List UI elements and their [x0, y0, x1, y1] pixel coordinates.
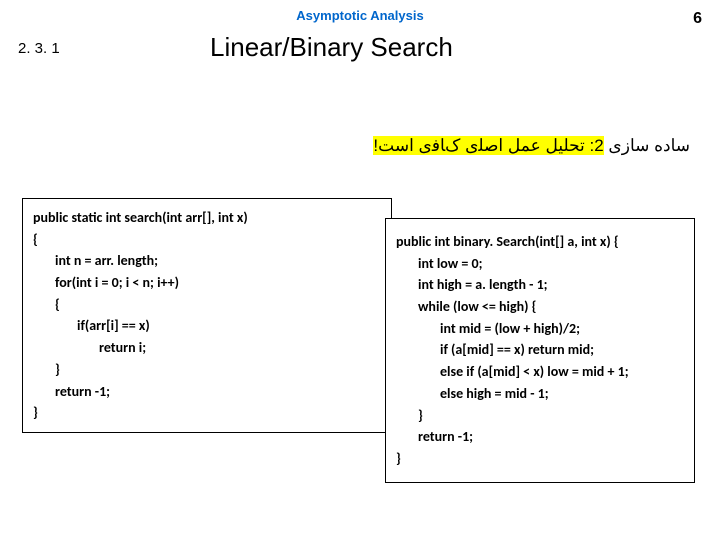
binary-search-code: public int binary. Search(int[] a, int x…	[385, 218, 695, 483]
code-line: if(arr[i] == x)	[33, 315, 381, 337]
code-line: else high = mid - 1;	[396, 383, 684, 405]
code-line: int high = a. length - 1;	[396, 274, 684, 296]
code-line: {	[33, 294, 381, 316]
code-line: for(int i = 0; i < n; i++)	[33, 272, 381, 294]
topic-header: Asymptotic Analysis	[0, 0, 720, 23]
code-line: int low = 0;	[396, 253, 684, 275]
section-number: 2. 3. 1	[18, 40, 60, 57]
code-line: while (low <= high) {	[396, 296, 684, 318]
slide-title: Linear/Binary Search	[210, 32, 453, 63]
code-line: return -1;	[33, 381, 381, 403]
page-number: 6	[693, 10, 702, 28]
code-line: return i;	[33, 337, 381, 359]
code-line: {	[33, 229, 381, 251]
persian-text: ﺳﺎﺩﻩ ﺳﺎﺯی 2: ﺗﺤﻠﻴﻞ ﻋﻤﻞ ﺍﺻﻠی کﺎﻓی ﺍﺳﺖ!	[373, 136, 690, 156]
code-line: if (a[mid] == x) return mid;	[396, 339, 684, 361]
code-line: else if (a[mid] < x) low = mid + 1;	[396, 361, 684, 383]
code-line: int mid = (low + high)/2;	[396, 318, 684, 340]
code-line: public static int search(int arr[], int …	[33, 207, 381, 229]
code-line: return -1;	[396, 426, 684, 448]
code-line: }	[396, 405, 684, 427]
linear-search-code: public static int search(int arr[], int …	[22, 198, 392, 433]
code-line: }	[396, 448, 684, 470]
code-line: int n = arr. length;	[33, 250, 381, 272]
code-line: }	[33, 402, 381, 424]
code-line: public int binary. Search(int[] a, int x…	[396, 231, 684, 253]
code-line: }	[33, 359, 381, 381]
persian-prefix: ﺳﺎﺩﻩ ﺳﺎﺯی	[604, 136, 690, 155]
persian-highlight: 2: ﺗﺤﻠﻴﻞ ﻋﻤﻞ ﺍﺻﻠی کﺎﻓی ﺍﺳﺖ!	[373, 136, 603, 155]
